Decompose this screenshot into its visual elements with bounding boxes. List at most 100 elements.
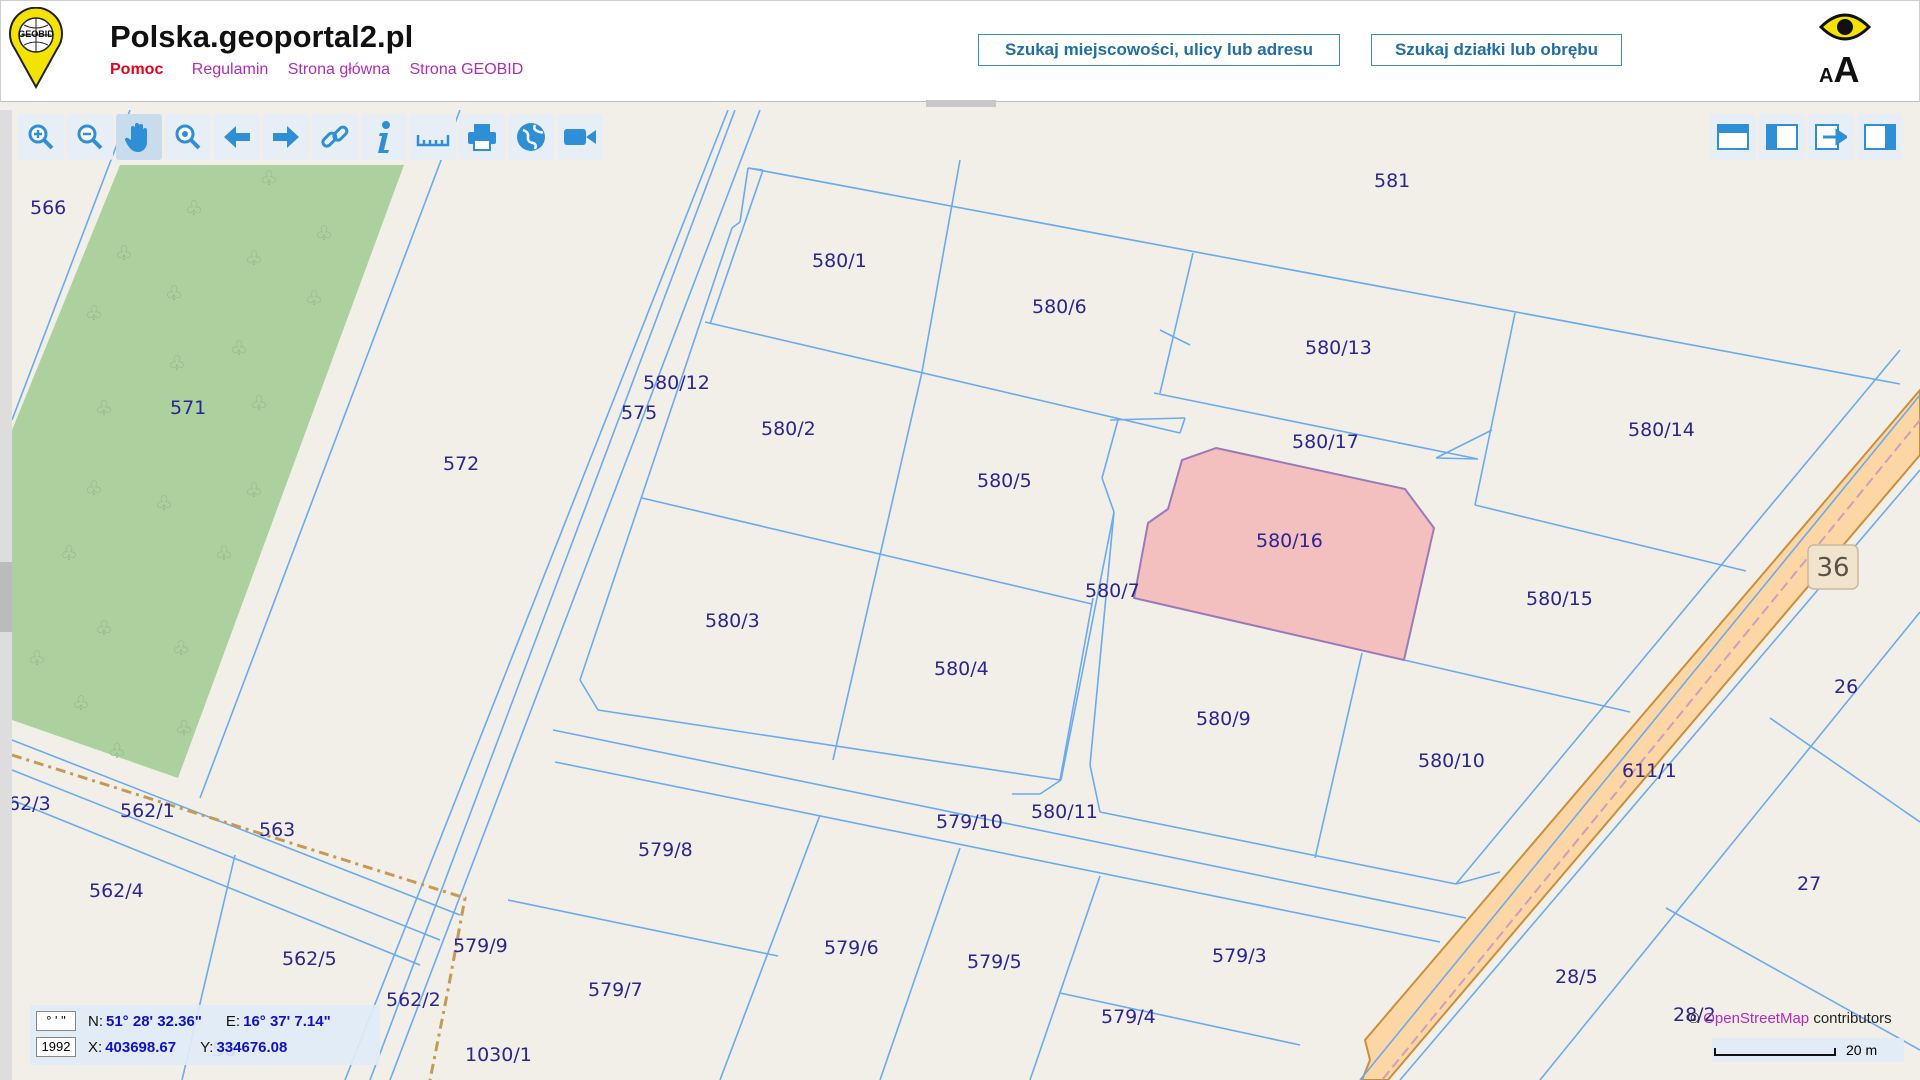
svg-text:♧: ♧ — [245, 248, 263, 270]
parcel-label: 580/11 — [1031, 801, 1098, 823]
geo-format-toggle[interactable]: ° ' " — [36, 1011, 76, 1031]
export-icon[interactable] — [1808, 114, 1854, 160]
map-view[interactable]: ♧ ♧ ♧ ♧ ♧ ♧ ♧ ♧ ♧ ♧ ♧ ♧ ♧ ♧ ♧ ♧ ♧ ♧ ♧ ♧ … — [12, 110, 1920, 1080]
parcel-label: 579/10 — [936, 811, 1003, 833]
site-title[interactable]: Polska.geoportal2.pl — [110, 19, 413, 55]
parcel-label: 579/4 — [1101, 1006, 1156, 1028]
svg-text:GEOBID: GEOBID — [18, 29, 54, 39]
nav-terms[interactable]: Regulamin — [192, 61, 268, 78]
font-size-toggle[interactable]: AA — [1819, 49, 1859, 91]
parcel-label: 563 — [259, 819, 295, 841]
parcel-label: 580/13 — [1305, 337, 1372, 359]
scale-line — [1714, 1048, 1836, 1056]
svg-text:♧: ♧ — [168, 353, 186, 375]
nav-geobid[interactable]: Strona GEOBID — [409, 61, 523, 78]
map-toolbar — [18, 114, 603, 160]
video-camera-icon[interactable] — [557, 114, 603, 160]
link-icon[interactable] — [312, 114, 358, 160]
parcel-label: 611/1 — [1622, 760, 1677, 782]
forward-arrow-icon[interactable] — [263, 114, 309, 160]
print-icon[interactable] — [459, 114, 505, 160]
header: GEOBID Polska.geoportal2.pl Pomoc Regula… — [0, 0, 1920, 102]
svg-text:♧: ♧ — [215, 543, 233, 565]
top-nav: Pomoc Regulamin Strona główna Strona GEO… — [110, 61, 538, 79]
svg-text:♧: ♧ — [185, 198, 203, 220]
measure-ruler-icon[interactable] — [410, 114, 456, 160]
svg-text:♧: ♧ — [115, 243, 133, 265]
scale-label: 20 m — [1846, 1042, 1878, 1058]
parcel-label: 579/8 — [638, 839, 693, 861]
svg-text:♧: ♧ — [85, 478, 103, 500]
pan-hand-icon[interactable] — [116, 114, 162, 160]
svg-text:♧: ♧ — [172, 638, 190, 660]
parcel-label: 580/17 — [1292, 431, 1359, 453]
svg-text:♧: ♧ — [28, 648, 46, 670]
scale-bar: 20 m — [1712, 1038, 1904, 1062]
crs-1992-toggle[interactable]: 1992 — [36, 1037, 76, 1057]
svg-text:♧: ♧ — [95, 398, 113, 420]
zoom-in-icon[interactable] — [18, 114, 64, 160]
parcel-label: 581 — [1374, 170, 1410, 192]
parcel-label: 580/3 — [705, 610, 760, 632]
font-small-label: A — [1819, 65, 1834, 87]
y-label: Y: — [200, 1038, 214, 1056]
parcel-label: 26 — [1834, 676, 1858, 698]
y-value: 334676.08 — [216, 1038, 288, 1056]
svg-text:♧: ♧ — [245, 480, 263, 502]
zoom-out-icon[interactable] — [67, 114, 113, 160]
layout-top-icon[interactable] — [1710, 114, 1756, 160]
road-shield: 36 — [1807, 544, 1859, 590]
svg-text:♧: ♧ — [155, 493, 173, 515]
parcel-label: 580/14 — [1628, 419, 1695, 441]
svg-text:♧: ♧ — [250, 393, 268, 415]
search-address-button[interactable]: Szukaj miejscowości, ulicy lub adresu — [978, 34, 1340, 66]
parcel-label: 580/10 — [1418, 750, 1485, 772]
parcel-label: 562/1 — [120, 800, 175, 822]
zoom-extent-icon[interactable] — [165, 114, 211, 160]
nav-home[interactable]: Strona główna — [288, 61, 390, 78]
side-panel-handle[interactable] — [0, 110, 12, 1080]
parcel-label: 1030/1 — [465, 1044, 532, 1066]
n-value: 51° 28' 32.36" — [106, 1012, 202, 1030]
attribution-suffix: contributors — [1813, 1010, 1892, 1027]
nav-help[interactable]: Pomoc — [110, 61, 163, 78]
layout-left-icon[interactable] — [1759, 114, 1805, 160]
back-arrow-icon[interactable] — [214, 114, 260, 160]
search-parcel-button[interactable]: Szukaj działki lub obrębu — [1371, 34, 1622, 66]
x-label: X: — [88, 1038, 103, 1056]
parcel-label: 580/16 — [1256, 530, 1323, 552]
eye-icon[interactable] — [1819, 9, 1871, 45]
parcel-label: 28/5 — [1555, 966, 1598, 988]
info-icon[interactable] — [361, 114, 407, 160]
parcel-label: 579/9 — [453, 935, 508, 957]
svg-text:♧: ♧ — [260, 168, 278, 190]
svg-text:♧: ♧ — [95, 618, 113, 640]
parcel-label: 571 — [170, 397, 206, 419]
parcel-label: 580/15 — [1526, 588, 1593, 610]
parcel-label: 562/2 — [386, 989, 441, 1011]
coordinate-readout: ° ' " N: 51° 28' 32.36" E: 16° 37' 7.14"… — [30, 1005, 380, 1065]
e-value: 16° 37' 7.14" — [243, 1012, 331, 1030]
n-label: N: — [88, 1012, 103, 1030]
parcel-label: 580/6 — [1032, 296, 1087, 318]
parcel-label: 580/2 — [761, 418, 816, 440]
svg-text:♧: ♧ — [315, 223, 333, 245]
parcel-label: 579/7 — [588, 979, 643, 1001]
globe-icon[interactable] — [508, 114, 554, 160]
svg-text:♧: ♧ — [108, 741, 126, 763]
svg-text:♧: ♧ — [305, 288, 323, 310]
osm-link[interactable]: OpenStreetMap — [1703, 1010, 1809, 1027]
layout-toolbar — [1710, 114, 1903, 160]
svg-text:36: 36 — [1816, 553, 1849, 583]
parcel-label: 572 — [443, 453, 479, 475]
map-canvas[interactable]: ♧ ♧ ♧ ♧ ♧ ♧ ♧ ♧ ♧ ♧ ♧ ♧ ♧ ♧ ♧ ♧ ♧ ♧ ♧ ♧ … — [12, 110, 1920, 1080]
side-panel-knob[interactable] — [0, 562, 12, 632]
font-large-label: A — [1833, 49, 1860, 90]
geobid-logo[interactable]: GEOBID — [7, 7, 65, 89]
copyright-symbol: © — [1688, 1010, 1700, 1027]
parcel-label: 580/12 — [643, 372, 710, 394]
parcel-label: 579/6 — [824, 937, 879, 959]
parcel-label: 27 — [1797, 873, 1821, 895]
header-collapse-handle[interactable] — [926, 100, 996, 107]
layout-right-icon[interactable] — [1857, 114, 1903, 160]
